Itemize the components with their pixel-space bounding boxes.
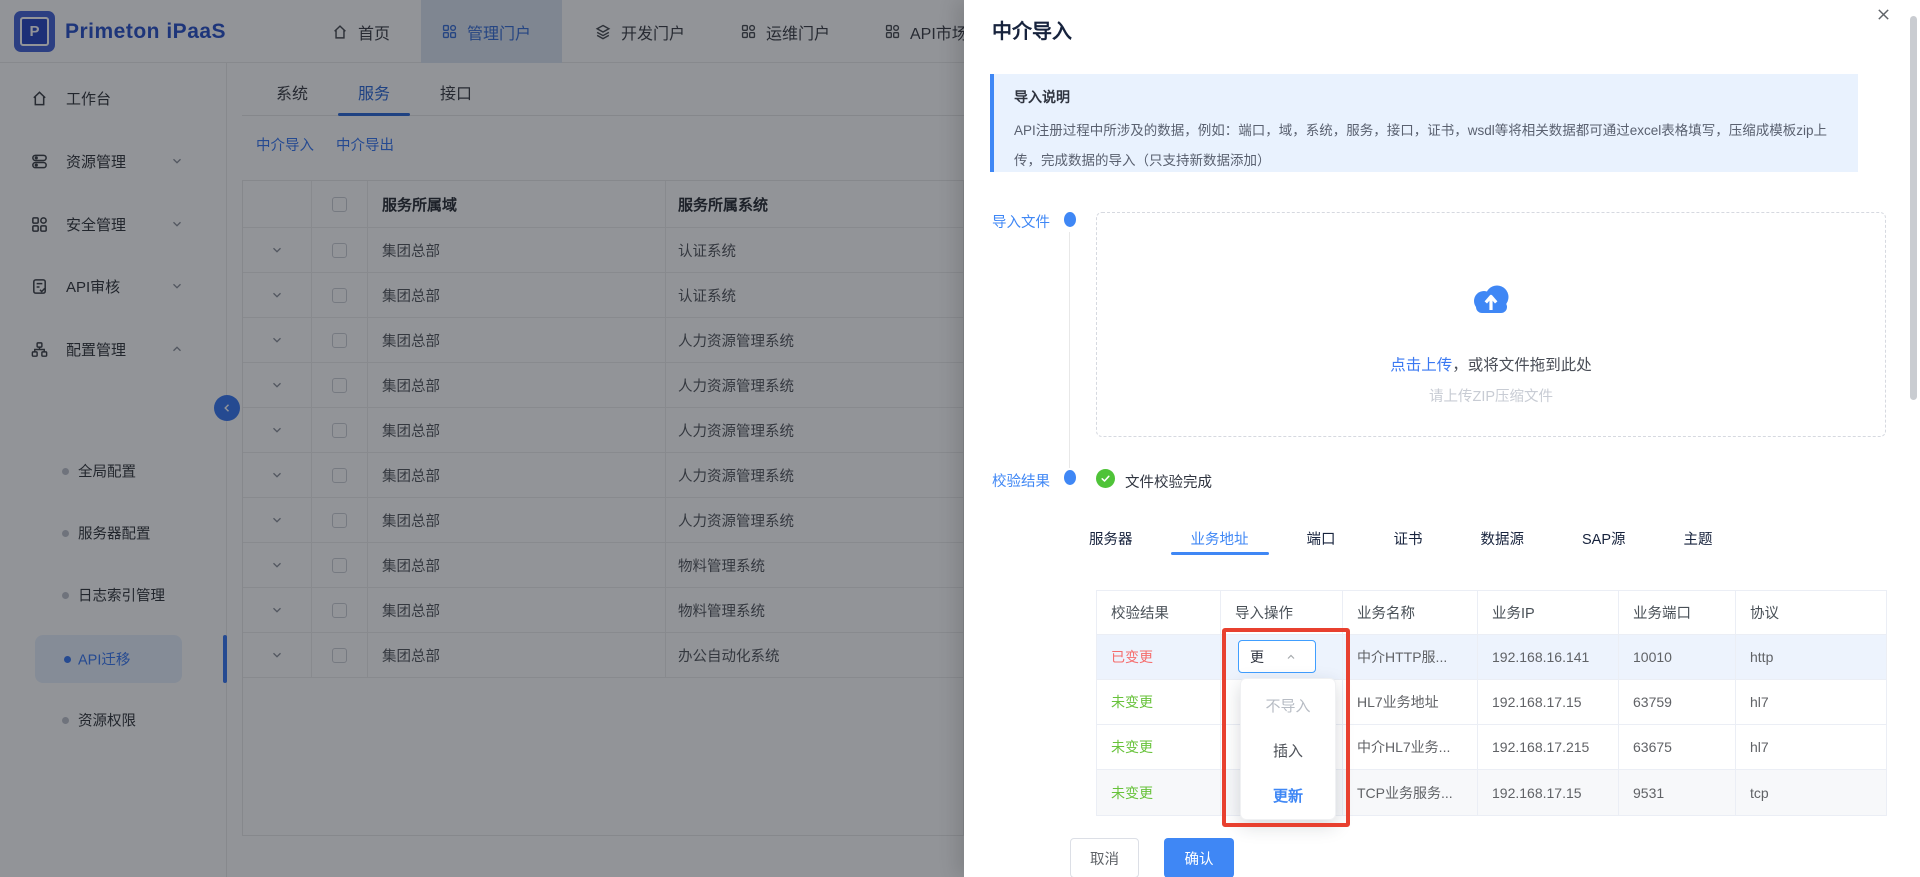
table-row[interactable]: 未变更 HL7业务地址 192.168.17.15 63759 hl7 [1097, 680, 1886, 725]
import-operation-select[interactable]: 更 [1238, 640, 1316, 673]
drawer-tabs: 服务器 业务地址 端口 证书 数据源 SAP源 主题 [1069, 522, 1733, 554]
cell-status: 未变更 [1097, 770, 1221, 815]
step-connector-line [1069, 232, 1070, 468]
step-dot-icon [1064, 212, 1076, 227]
cell-protocol: hl7 [1736, 680, 1886, 724]
upload-instruction: 点击上传，或将文件拖到此处 [1097, 353, 1885, 375]
column-header: 协议 [1736, 591, 1886, 634]
table-header-row: 校验结果 导入操作 业务名称 业务IP 业务端口 协议 [1097, 591, 1886, 635]
upload-hint: 请上传ZIP压缩文件 [1097, 385, 1885, 406]
tab-label: 服务器 [1089, 528, 1133, 549]
check-success-icon [1096, 469, 1115, 488]
tab-datasource[interactable]: 数据源 [1461, 522, 1545, 554]
cell-protocol: http [1736, 635, 1886, 679]
table-row[interactable]: 未变更 中介HL7业务... 192.168.17.215 63675 hl7 [1097, 725, 1886, 770]
step-dot-icon [1064, 470, 1076, 485]
tab-label: 端口 [1307, 528, 1336, 549]
tab-server[interactable]: 服务器 [1069, 522, 1153, 554]
upload-dropzone[interactable]: 点击上传，或将文件拖到此处 请上传ZIP压缩文件 [1096, 212, 1886, 437]
step-label-import-file: 导入文件 [992, 211, 1050, 232]
close-icon[interactable] [1875, 6, 1892, 23]
column-header: 业务名称 [1343, 591, 1478, 634]
click-upload-link[interactable]: 点击上传 [1390, 357, 1452, 374]
cell-status: 已变更 [1097, 635, 1221, 679]
step-label-check-result: 校验结果 [992, 470, 1050, 491]
notice-title: 导入说明 [1014, 87, 1838, 107]
chevron-up-icon [1285, 651, 1297, 663]
tab-label: 数据源 [1481, 528, 1525, 549]
cell-ip: 192.168.17.15 [1478, 680, 1619, 724]
cell-protocol: hl7 [1736, 725, 1886, 769]
tab-port[interactable]: 端口 [1287, 522, 1356, 554]
tab-business-address[interactable]: 业务地址 [1171, 522, 1269, 554]
cell-name: 中介HL7业务... [1343, 725, 1478, 769]
dropdown-option-insert[interactable]: 插入 [1241, 728, 1335, 773]
column-header: 业务端口 [1619, 591, 1736, 634]
cancel-button[interactable]: 取消 [1070, 838, 1139, 877]
column-header: 校验结果 [1097, 591, 1221, 634]
validation-table: 校验结果 导入操作 业务名称 业务IP 业务端口 协议 已变更 中介HTTP服.… [1096, 590, 1887, 816]
tab-topic[interactable]: 主题 [1664, 522, 1733, 554]
import-notice: 导入说明 API注册过程中所涉及的数据，例如：端口，域，系统，服务，接口，证书，… [990, 74, 1858, 172]
cell-ip: 192.168.16.141 [1478, 635, 1619, 679]
column-header: 导入操作 [1221, 591, 1343, 634]
tab-label: 主题 [1684, 528, 1713, 549]
tab-sap-source[interactable]: SAP源 [1562, 522, 1646, 554]
column-header: 业务IP [1478, 591, 1619, 634]
import-operation-dropdown: 不导入 插入 更新 [1240, 678, 1336, 820]
check-status-text: 文件校验完成 [1125, 471, 1212, 492]
notice-body: API注册过程中所涉及的数据，例如：端口，域，系统，服务，接口，证书，wsdl等… [1014, 116, 1838, 176]
cell-name: 中介HTTP服... [1343, 635, 1478, 679]
cell-name: HL7业务地址 [1343, 680, 1478, 724]
drawer-title: 中介导入 [992, 15, 1072, 44]
table-row[interactable]: 未变更 TCP业务服务... 192.168.17.15 9531 tcp [1097, 770, 1886, 815]
table-row[interactable]: 已变更 中介HTTP服... 192.168.16.141 10010 http [1097, 635, 1886, 680]
select-value: 更 [1239, 647, 1283, 667]
cell-ip: 192.168.17.215 [1478, 725, 1619, 769]
cell-ip: 192.168.17.15 [1478, 770, 1619, 815]
dropdown-option-update[interactable]: 更新 [1241, 773, 1335, 818]
cell-status: 未变更 [1097, 725, 1221, 769]
upload-drag-text: ，或将文件拖到此处 [1452, 357, 1592, 374]
cell-port: 9531 [1619, 770, 1736, 815]
tab-label: 业务地址 [1191, 528, 1249, 549]
tab-certificate[interactable]: 证书 [1374, 522, 1443, 554]
mediator-import-drawer: 中介导入 导入说明 API注册过程中所涉及的数据，例如：端口，域，系统，服务，接… [964, 0, 1920, 877]
tab-label: SAP源 [1582, 528, 1626, 549]
cell-status: 未变更 [1097, 680, 1221, 724]
cloud-upload-icon [1467, 281, 1515, 317]
confirm-button[interactable]: 确认 [1164, 838, 1234, 877]
drawer-scrollbar-thumb[interactable] [1910, 16, 1917, 400]
dropdown-option-no-import[interactable]: 不导入 [1241, 683, 1335, 728]
cell-port: 63759 [1619, 680, 1736, 724]
tab-label: 证书 [1394, 528, 1423, 549]
cell-protocol: tcp [1736, 770, 1886, 815]
cell-port: 63675 [1619, 725, 1736, 769]
cell-name: TCP业务服务... [1343, 770, 1478, 815]
cell-port: 10010 [1619, 635, 1736, 679]
